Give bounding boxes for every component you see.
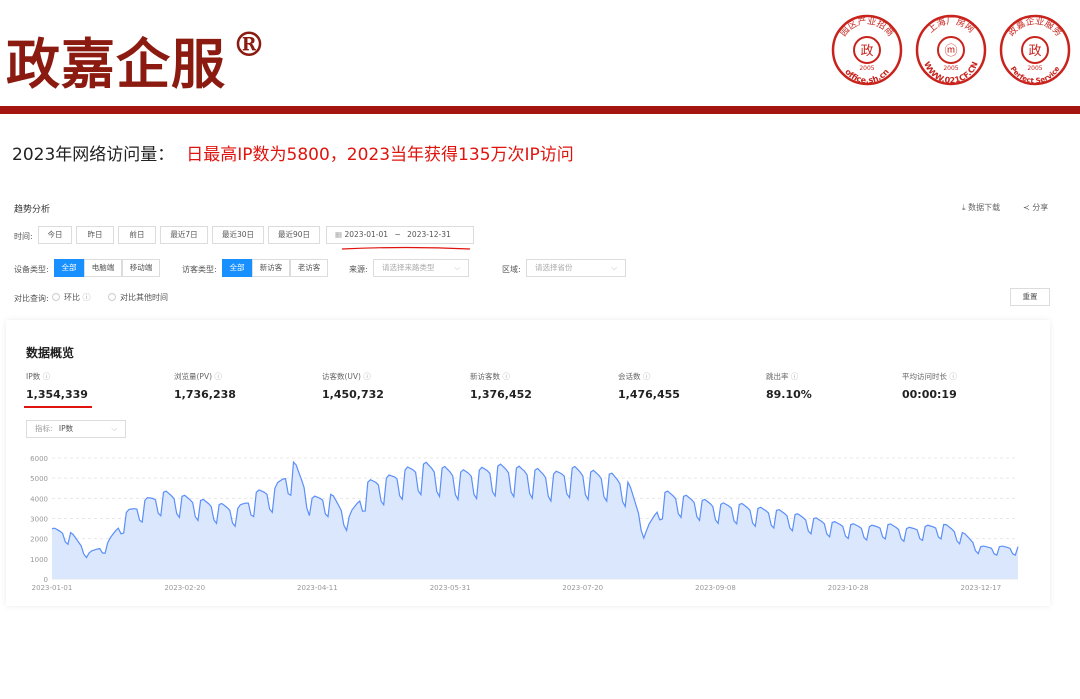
seal-year: 2005 xyxy=(943,65,958,72)
time-day-before[interactable]: 前日 xyxy=(118,226,156,244)
date-end: 2023-12-31 xyxy=(407,230,451,239)
ip-trend-chart: 0 1000 2000 3000 4000 5000 6000 2023-01-01 2023-… xyxy=(30,455,1019,592)
y-tick-label: 1000 xyxy=(30,556,48,564)
brand-title: 政嘉企服 ® xyxy=(6,20,267,99)
time-last30[interactable]: 最近30日 xyxy=(212,226,264,244)
x-tick-label: 2023-09-08 xyxy=(695,584,736,592)
x-tick-label: 2023-04-11 xyxy=(297,584,338,592)
seal-year: 2005 xyxy=(859,65,874,72)
date-separator: ~ xyxy=(394,230,401,239)
headline-prefix: 2023年网络访问量： xyxy=(12,145,175,165)
header-divider xyxy=(0,106,1080,114)
header: 政嘉企服 ® 园区产业招商政 2005 office.sh.cn 上海厂房网 ⓜ 2005… xyxy=(0,0,1080,108)
time-today[interactable]: 今日 xyxy=(38,226,72,244)
y-tick-label: 4000 xyxy=(30,495,48,503)
seal-top-text: 政嘉企业服务 xyxy=(1005,15,1064,39)
share-label: 分享 xyxy=(1032,203,1049,212)
time-last7[interactable]: 最近7日 xyxy=(160,226,208,244)
y-tick-label: 3000 xyxy=(30,516,48,524)
headline: 2023年网络访问量： 日最高IP数为5800，2023当年获得135万次IP访问 xyxy=(12,140,574,165)
slide: 政嘉企服 ® 园区产业招商政 2005 office.sh.cn 上海厂房网 ⓜ 2005… xyxy=(0,0,1080,699)
y-tick-label: 2000 xyxy=(30,536,48,544)
y-tick-label: 6000 xyxy=(30,455,48,463)
share-button[interactable]: ≺ 分享 xyxy=(1023,202,1048,213)
seal-top-text: 园区产业招商 xyxy=(838,15,897,39)
x-tick-label: 2023-10-28 xyxy=(828,584,869,592)
time-yesterday[interactable]: 昨日 xyxy=(76,226,114,244)
seal-021cf: 上海厂房网ⓜ2005WWW.021CF.CN xyxy=(915,14,987,86)
svg-text:上海厂房网: 上海厂房网 xyxy=(926,16,977,36)
date-start: 2023-01-01 xyxy=(344,230,389,239)
seal-center: 政 xyxy=(860,44,873,59)
download-button[interactable]: ⤓ 数据下载 xyxy=(962,202,1000,213)
brand-name: 政嘉企服 xyxy=(6,32,226,96)
series-area xyxy=(52,462,1018,579)
panel-title: 趋势分析 xyxy=(14,205,51,215)
seal-center: 政 xyxy=(1028,44,1041,59)
seal-year: 2005 xyxy=(1027,65,1042,72)
x-tick-label: 2023-12-17 xyxy=(961,584,1002,592)
y-tick-label: 5000 xyxy=(30,475,48,483)
x-tick-label: 2023-07-20 xyxy=(562,584,603,592)
seal-top-text: 上海厂房网 xyxy=(926,16,977,36)
seal-center: ⓜ xyxy=(944,44,957,59)
svg-text:政嘉企业服务: 政嘉企业服务 xyxy=(1005,15,1064,39)
download-label: 数据下载 xyxy=(968,203,1001,212)
calendar-icon: ▦ xyxy=(335,230,343,239)
date-range-picker[interactable]: ▦ 2023-01-01 ~ 2023-12-31 xyxy=(326,226,474,244)
x-tick-label: 2023-02-20 xyxy=(164,584,205,592)
y-tick-label: 0 xyxy=(44,576,48,584)
x-tick-label: 2023-01-01 xyxy=(32,584,73,592)
trademark: ® xyxy=(232,25,267,65)
seal-perfect-service: 政嘉企业服务政2005Perfect Service xyxy=(999,15,1071,86)
time-label: 时间: xyxy=(14,232,33,241)
headline-highlight: 日最高IP数为5800，2023当年获得135万次IP访问 xyxy=(186,145,574,165)
share-icon: ≺ xyxy=(1023,203,1030,212)
svg-text:园区产业招商: 园区产业招商 xyxy=(838,15,897,39)
x-tick-label: 2023-05-31 xyxy=(430,584,471,592)
seal-office-sh: 园区产业招商政2005office.sh.cn xyxy=(831,15,903,86)
download-icon: ⤓ xyxy=(962,203,966,212)
time-last90[interactable]: 最近90日 xyxy=(268,226,320,244)
